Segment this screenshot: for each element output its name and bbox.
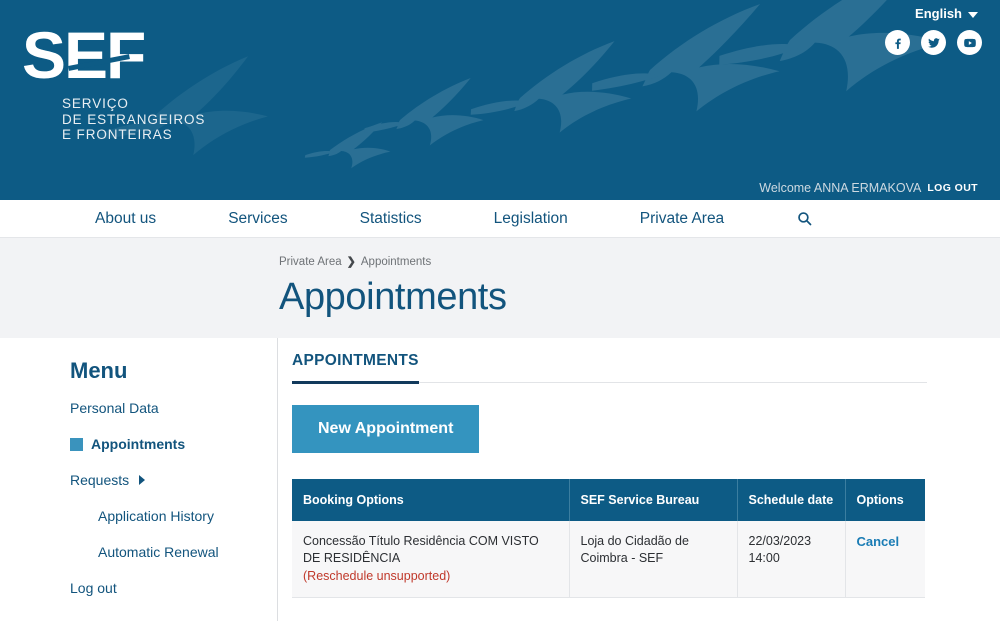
site-header-banner: SEF SERVIÇO DE ESTRANGEIROS E FRONTEIRAS… [0,0,1000,200]
sidebar-item-label: Personal Data [70,400,159,416]
nav-item-statistics[interactable]: Statistics [360,210,422,228]
chevron-down-icon [968,11,978,18]
sidebar-item-appointments[interactable]: Appointments [70,436,277,452]
breadcrumb: Private Area ❯ Appointments [279,255,1000,269]
table-header-row: Booking Options SEF Service Bureau Sched… [292,479,925,521]
breadcrumb-parent[interactable]: Private Area [279,256,342,268]
language-label: English [915,6,962,21]
logo-subtitle-line-3: E FRONTEIRAS [62,127,173,142]
sidebar-item-label: Automatic Renewal [98,544,219,560]
column-booking-options: Booking Options [292,479,570,521]
chevron-right-icon [139,475,146,485]
table-body: Concessão Título Residência COM VISTO DE… [292,521,925,598]
new-appointment-button[interactable]: New Appointment [292,405,480,453]
cell-bureau: Loja do Cidadão de Coimbra - SEF [569,521,738,598]
column-sef-service-bureau: SEF Service Bureau [569,479,738,521]
welcome-text: Welcome ANNA ERMAKOVA [759,181,922,195]
tab-appointments[interactable]: APPOINTMENTS [292,352,419,384]
cancel-link[interactable]: Cancel [857,534,900,549]
logo-subtitle-line-1: SERVIÇO [62,96,129,111]
appointments-table: Booking Options SEF Service Bureau Sched… [292,479,925,598]
logout-link[interactable]: LOG OUT [927,182,978,194]
cell-schedule-date: 22/03/2023 14:00 [737,521,846,598]
sidebar-menu: Menu Personal Data Appointments Requests… [0,338,278,621]
facebook-icon[interactable] [885,30,910,55]
column-options: Options [845,479,925,521]
booking-option-text: Concessão Título Residência COM VISTO DE… [303,534,539,565]
search-icon[interactable] [796,210,813,227]
sidebar-item-label: Requests [70,472,130,488]
table-header: Booking Options SEF Service Bureau Sched… [292,479,925,521]
nav-item-legislation[interactable]: Legislation [494,210,568,228]
sef-logo[interactable]: SEF SERVIÇO DE ESTRANGEIROS E FRONTEIRAS [22,22,205,143]
nav-item-about-us[interactable]: About us [95,210,156,228]
cell-options: Cancel [845,521,925,598]
tab-bar: APPOINTMENTS [292,352,927,384]
logo-subtitle: SERVIÇO DE ESTRANGEIROS E FRONTEIRAS [62,96,205,143]
main-navigation: About us Services Statistics Legislation… [0,200,1000,238]
sidebar-item-application-history[interactable]: Application History [98,508,277,524]
language-selector[interactable]: English [915,6,978,21]
logo-subtitle-line-2: DE ESTRANGEIROS [62,111,206,127]
table-row: Concessão Título Residência COM VISTO DE… [292,521,925,598]
page-title: Appointments [279,276,507,318]
sidebar-item-label: Appointments [91,436,186,452]
social-links [885,30,982,55]
twitter-icon[interactable] [921,30,946,55]
nav-item-private-area[interactable]: Private Area [640,210,724,228]
welcome-bar: Welcome ANNA ERMAKOVA LOG OUT [0,176,1000,200]
breadcrumb-separator-icon: ❯ [346,256,356,268]
main-content: APPOINTMENTS New Appointment Booking Opt… [278,338,1000,621]
youtube-icon[interactable] [957,30,982,55]
page-header-band: Private Area ❯ Appointments Appointments [0,238,1000,338]
sidebar-item-automatic-renewal[interactable]: Automatic Renewal [98,544,277,560]
sidebar-item-personal-data[interactable]: Personal Data [70,400,277,416]
breadcrumb-current: Appointments [360,255,432,268]
column-schedule-date: Schedule date [737,479,846,521]
nav-item-services[interactable]: Services [228,210,287,228]
sidebar-item-label: Log out [70,580,117,596]
cell-booking-option: Concessão Título Residência COM VISTO DE… [292,521,570,598]
sidebar-item-requests[interactable]: Requests [70,472,277,488]
sidebar-title: Menu [70,358,128,383]
sidebar-item-log-out[interactable]: Log out [70,580,277,596]
logo-wordmark: SEF [22,22,146,88]
page-body: Menu Personal Data Appointments Requests… [0,338,1000,621]
sidebar-item-label: Application History [98,508,214,524]
active-marker-icon [70,437,83,451]
booking-option-note: (Reschedule unsupported) [303,569,451,583]
